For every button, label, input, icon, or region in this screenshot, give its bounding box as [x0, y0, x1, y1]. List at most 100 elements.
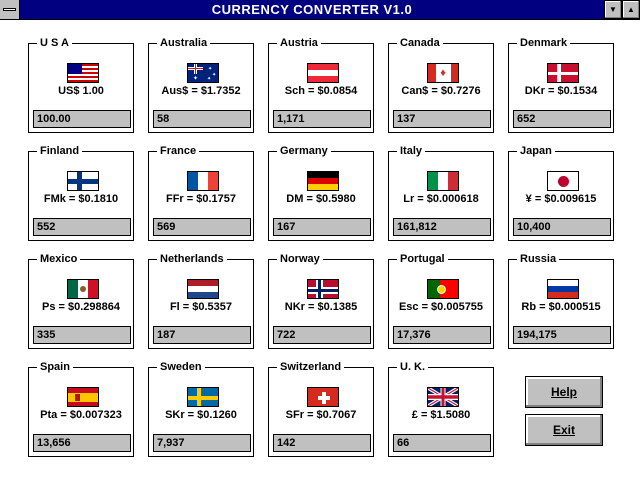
country-group-mexico: Mexico Ps = $0.298864 335: [28, 252, 134, 349]
amount-field[interactable]: 652: [513, 110, 611, 128]
country-group-norway: Norway NKr = $0.1385 722: [268, 252, 374, 349]
amount-field[interactable]: 7,937: [153, 434, 251, 452]
country-name: Italy: [397, 144, 426, 158]
portugal-flag-icon: [427, 279, 459, 299]
france-flag-icon: [187, 171, 219, 191]
help-button[interactable]: Help: [525, 376, 603, 408]
country-name: Australia: [157, 36, 211, 50]
country-group-spain: Spain Pta = $0.007323 13,656: [28, 360, 134, 457]
maximize-arrow-icon[interactable]: ▲: [622, 0, 640, 19]
country-group-switzerland: Switzerland SFr = $0.7067 142: [268, 360, 374, 457]
amount-field[interactable]: 13,656: [33, 434, 131, 452]
spain-flag-icon: [67, 387, 99, 407]
country-name: Norway: [277, 252, 323, 266]
country-group-finland: Finland FMk = $0.1810 552: [28, 144, 134, 241]
finland-flag-icon: [67, 171, 99, 191]
exchange-rate: Can$ = $0.7276: [401, 85, 481, 97]
amount-field[interactable]: 161,812: [393, 218, 491, 236]
country-group-netherlands: Netherlands Fl = $0.5357 187: [148, 252, 254, 349]
amount-field[interactable]: 722: [273, 326, 371, 344]
exchange-rate: £ = $1.5080: [411, 409, 471, 421]
amount-field[interactable]: 569: [153, 218, 251, 236]
canada-flag-icon: ♦: [427, 63, 459, 83]
country-group-italy: Italy Lr = $0.000618 161,812: [388, 144, 494, 241]
country-group-portugal: Portugal Esc = $0.005755 17,376: [388, 252, 494, 349]
country-name: Portugal: [397, 252, 448, 266]
denmark-flag-icon: [547, 63, 579, 83]
country-name: Canada: [397, 36, 443, 50]
amount-field[interactable]: 142: [273, 434, 371, 452]
exchange-rate: SKr = $0.1260: [165, 409, 237, 421]
country-group-france: France FFr = $0.1757 569: [148, 144, 254, 241]
exit-button[interactable]: Exit: [525, 414, 603, 446]
country-group-japan: Japan ¥ = $0.009615 10,400: [508, 144, 614, 241]
country-name: Spain: [37, 360, 73, 374]
country-group-denmark: Denmark DKr = $0.1534 652: [508, 36, 614, 133]
exchange-rate: Ps = $0.298864: [42, 301, 120, 313]
exchange-rate: Fl = $0.5357: [169, 301, 233, 313]
country-name: Denmark: [517, 36, 571, 50]
japan-flag-icon: [547, 171, 579, 191]
exchange-rate: ¥ = $0.009615: [525, 193, 597, 205]
amount-field[interactable]: 137: [393, 110, 491, 128]
window-title: CURRENCY CONVERTER V1.0: [211, 2, 413, 17]
country-name: Sweden: [157, 360, 205, 374]
amount-field[interactable]: 66: [393, 434, 491, 452]
country-group-austria: Austria Sch = $0.0854 1,171: [268, 36, 374, 133]
exchange-rate: Sch = $0.0854: [284, 85, 358, 97]
amount-field[interactable]: 17,376: [393, 326, 491, 344]
country-name: Germany: [277, 144, 331, 158]
italy-flag-icon: [427, 171, 459, 191]
exchange-rate: SFr = $0.7067: [285, 409, 357, 421]
country-name: U S A: [37, 36, 72, 50]
usa-flag-icon: [67, 63, 99, 83]
country-group-usa: U S A US$ 1.00 100.00: [28, 36, 134, 133]
australia-flag-icon: ✦ ✦ ✦ ✦: [187, 63, 219, 83]
amount-field[interactable]: 167: [273, 218, 371, 236]
amount-field[interactable]: 10,400: [513, 218, 611, 236]
exchange-rate: Lr = $0.000618: [403, 193, 479, 205]
norway-flag-icon: [307, 279, 339, 299]
austria-flag-icon: [307, 63, 339, 83]
amount-field[interactable]: 187: [153, 326, 251, 344]
country-name: France: [157, 144, 200, 158]
country-name: Austria: [277, 36, 321, 50]
netherlands-flag-icon: [187, 279, 219, 299]
germany-flag-icon: [307, 171, 339, 191]
exchange-rate: DM = $0.5980: [286, 193, 356, 205]
exchange-rate: DKr = $0.1534: [524, 85, 598, 97]
title-bar: CURRENCY CONVERTER V1.0 ▼ ▲: [0, 0, 640, 20]
system-menu-icon[interactable]: [0, 0, 20, 19]
country-name: Mexico: [37, 252, 81, 266]
mexico-flag-icon: [67, 279, 99, 299]
country-name: Netherlands: [157, 252, 227, 266]
country-group-germany: Germany DM = $0.5980 167: [268, 144, 374, 241]
amount-field[interactable]: 194,175: [513, 326, 611, 344]
amount-field[interactable]: 335: [33, 326, 131, 344]
exchange-rate: FMk = $0.1810: [43, 193, 119, 205]
exchange-rate: Rb = $0.000515: [521, 301, 601, 313]
country-name: Japan: [517, 144, 555, 158]
exchange-rate: Aus$ = $1.7352: [161, 85, 241, 97]
country-name: U. K.: [397, 360, 429, 374]
country-name: Switzerland: [277, 360, 345, 374]
sweden-flag-icon: [187, 387, 219, 407]
country-group-russia: Russia Rb = $0.000515 194,175: [508, 252, 614, 349]
russia-flag-icon: [547, 279, 579, 299]
uk-flag-icon: [427, 387, 459, 407]
amount-field[interactable]: 100.00: [33, 110, 131, 128]
amount-field[interactable]: 1,171: [273, 110, 371, 128]
exchange-rate: Esc = $0.005755: [398, 301, 484, 313]
exchange-rate: FFr = $0.1757: [165, 193, 237, 205]
minimize-arrow-icon[interactable]: ▼: [604, 0, 622, 19]
exchange-rate: US$ 1.00: [58, 85, 104, 97]
exchange-rate: NKr = $0.1385: [284, 301, 358, 313]
amount-field[interactable]: 552: [33, 218, 131, 236]
country-name: Finland: [37, 144, 83, 158]
country-name: Russia: [517, 252, 560, 266]
amount-field[interactable]: 58: [153, 110, 251, 128]
country-group-australia: Australia ✦ ✦ ✦ ✦ Aus$ = $1.7352 58: [148, 36, 254, 133]
exchange-rate: Pta = $0.007323: [40, 409, 122, 421]
switzerland-flag-icon: [307, 387, 339, 407]
country-group-sweden: Sweden SKr = $0.1260 7,937: [148, 360, 254, 457]
